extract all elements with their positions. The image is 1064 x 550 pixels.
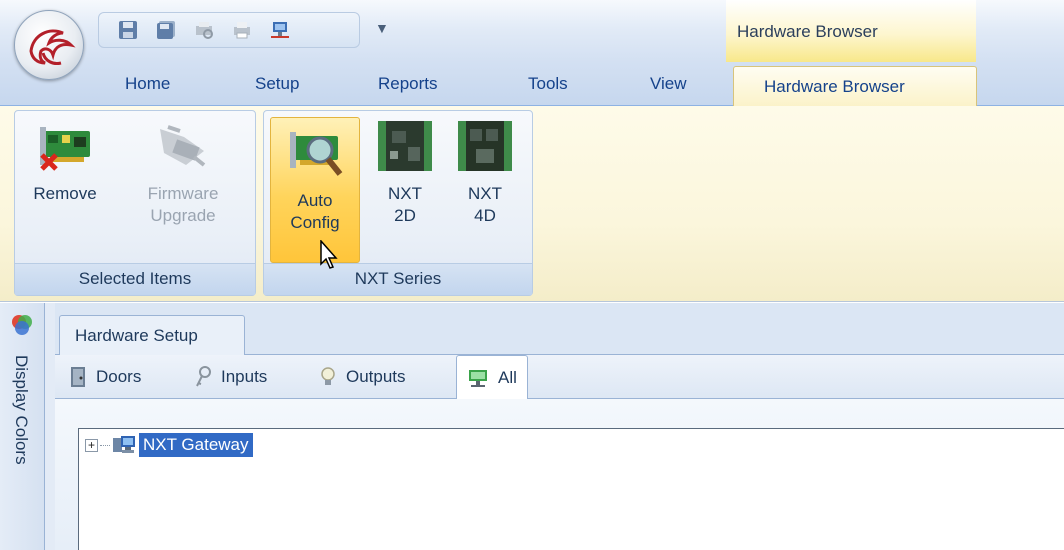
firmware-label-2: Upgrade <box>150 206 216 225</box>
expand-toggle[interactable]: + <box>85 438 98 452</box>
firmware-chip-icon <box>154 117 212 175</box>
contextual-tab-header: Hardware Browser <box>726 0 976 62</box>
lightbulb-icon <box>321 367 335 385</box>
remove-card-icon <box>36 117 94 175</box>
main-area: Hardware Setup Doors Inputs Outputs All … <box>55 303 1064 550</box>
door-icon <box>71 367 85 387</box>
tab-reports[interactable]: Reports <box>378 74 438 94</box>
network-icon[interactable] <box>269 19 291 41</box>
nxt-2d-board-icon <box>376 117 434 175</box>
panel-divider[interactable] <box>45 303 55 550</box>
subtab-inputs[interactable]: Inputs <box>194 355 267 399</box>
tab-view[interactable]: View <box>650 74 687 94</box>
tab-hardware-setup-label: Hardware Setup <box>75 326 198 345</box>
group-label-nxt-series: NXT Series <box>264 263 532 295</box>
mouse-cursor-icon <box>320 240 338 269</box>
document-tabstrip: Hardware Setup <box>55 303 1064 356</box>
subtab-all-label: All <box>498 368 517 387</box>
key-input-icon <box>196 366 211 387</box>
auto-config-label-1: Auto <box>297 191 333 210</box>
tree-node-label[interactable]: NXT Gateway <box>139 433 253 457</box>
contextual-tab-title: Hardware Browser <box>737 22 878 41</box>
ribbon: Remove Firmware Upgrade Selected Items A… <box>0 106 1064 302</box>
nxt-2d-label-1: NXT <box>388 184 422 203</box>
nxt-4d-button[interactable]: NXT 4D <box>447 117 523 263</box>
subtab-doors[interactable]: Doors <box>69 355 141 399</box>
tab-hardware-browser[interactable]: Hardware Browser <box>733 66 977 107</box>
hardware-subtabs: Doors Inputs Outputs All <box>55 355 1064 400</box>
nxt-4d-board-icon <box>456 117 514 175</box>
subtab-outputs[interactable]: Outputs <box>319 355 406 399</box>
application-menu-button[interactable] <box>14 10 84 80</box>
gateway-computer-icon <box>113 436 135 453</box>
nxt-4d-label-2: 4D <box>474 206 496 225</box>
print-icon[interactable] <box>231 19 253 41</box>
ribbon-tab-row: Home Setup Reports Tools View Hardware B… <box>0 62 1064 107</box>
firmware-upgrade-button[interactable]: Firmware Upgrade <box>133 117 233 263</box>
auto-config-magnifier-icon <box>286 124 344 182</box>
all-hardware-icon <box>469 370 487 387</box>
customize-quick-access-button[interactable]: ▼ <box>375 20 389 36</box>
title-bar: ▼ Hardware Browser <box>0 0 1064 80</box>
tab-setup[interactable]: Setup <box>255 74 299 94</box>
subtab-outputs-label: Outputs <box>346 367 406 386</box>
group-selected-items: Remove Firmware Upgrade Selected Items <box>14 110 256 296</box>
tab-tools[interactable]: Tools <box>528 74 568 94</box>
color-palette-icon <box>10 313 34 337</box>
subtab-all[interactable]: All <box>456 355 528 400</box>
auto-config-button[interactable]: Auto Config <box>270 117 360 263</box>
save-icon[interactable] <box>117 19 139 41</box>
group-nxt-series: Auto Config NXT 2D NXT 4D NXT Series <box>263 110 533 296</box>
firmware-label-1: Firmware <box>147 184 219 203</box>
display-colors-label: Display Colors <box>12 355 31 465</box>
tab-hardware-setup[interactable]: Hardware Setup <box>59 315 245 356</box>
nxt-4d-label-1: NXT <box>468 184 502 203</box>
tree-node[interactable]: + NXT Gateway <box>85 433 253 457</box>
group-label-selected-items: Selected Items <box>15 263 255 295</box>
subtab-inputs-label: Inputs <box>221 367 268 386</box>
hardware-tree[interactable]: + NXT Gateway <box>78 428 1064 550</box>
nxt-2d-label-2: 2D <box>394 206 416 225</box>
save-all-icon[interactable] <box>155 19 177 41</box>
remove-label-1: Remove <box>33 184 97 203</box>
nxt-2d-button[interactable]: NXT 2D <box>367 117 443 263</box>
tree-connector <box>100 444 110 446</box>
print-preview-icon[interactable] <box>193 19 215 41</box>
tab-hardware-browser-label: Hardware Browser <box>764 77 905 96</box>
display-colors-panel[interactable]: Display Colors <box>0 303 45 550</box>
tab-home[interactable]: Home <box>125 74 170 94</box>
eagle-logo-icon <box>29 29 76 65</box>
subtab-doors-label: Doors <box>96 367 142 386</box>
auto-config-label-2: Config <box>290 213 340 232</box>
hardware-content-area: + NXT Gateway <box>55 399 1064 550</box>
remove-button[interactable]: Remove <box>23 117 107 263</box>
quick-access-toolbar <box>98 12 360 48</box>
